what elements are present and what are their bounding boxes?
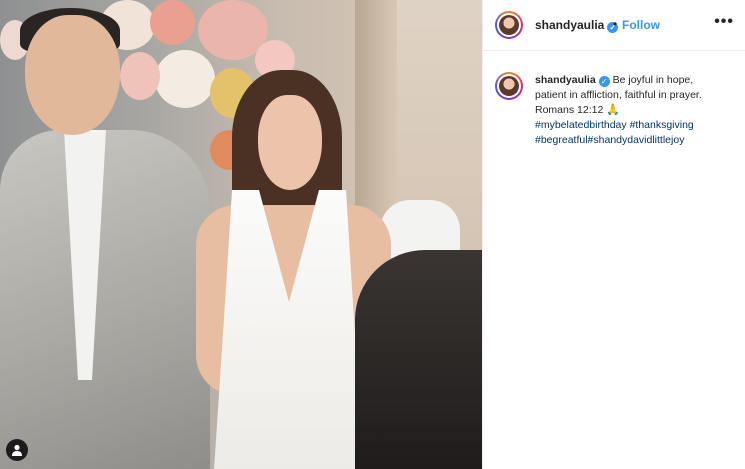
caption-text-line1: Be joyful in hope, [612, 74, 694, 86]
caption-avatar[interactable] [495, 72, 523, 100]
username[interactable]: shandyaulia [535, 18, 604, 32]
follow-button[interactable]: Follow [622, 18, 660, 32]
photo-flower [155, 50, 215, 108]
hashtag-link[interactable]: #mybelatedbirthday [535, 119, 627, 131]
photo-flower [150, 0, 195, 45]
hashtag-link[interactable]: #thanksgiving [630, 119, 694, 131]
praying-hands-icon: 🙏 [606, 104, 620, 116]
separator-dot: • [613, 17, 618, 31]
username-link[interactable]: shandyaulia ✓ [535, 18, 619, 33]
photo-man-face [25, 15, 120, 135]
verified-badge-icon: ✓ [598, 76, 610, 87]
post-side-panel: shandyaulia ✓ • Follow ••• shandyaulia ✓ B… [482, 0, 745, 469]
caption-username[interactable]: shandyaulia [535, 74, 596, 86]
hashtag-link[interactable]: #shandydavidlittlejoy [588, 134, 685, 146]
user-tag-icon[interactable] [6, 439, 28, 461]
post-header: shandyaulia ✓ • Follow ••• [483, 0, 745, 51]
caption-text-line2: patient in affliction, faithful in praye… [535, 89, 702, 101]
photo-man-suit [0, 130, 210, 469]
post-photo[interactable] [0, 0, 482, 469]
photo-woman-face [258, 95, 322, 190]
caption-text-line3: Romans 12:12 [535, 104, 604, 116]
avatar[interactable] [495, 11, 523, 39]
more-options-icon[interactable]: ••• [714, 13, 734, 31]
person-icon [12, 444, 22, 456]
photo-flower [120, 52, 160, 100]
post-caption: shandyaulia ✓ Be joyful in hope, patient … [535, 73, 735, 148]
photo-foreground-figure [355, 250, 482, 469]
avatar-photo [499, 76, 519, 96]
avatar-photo [499, 15, 519, 35]
hashtag-link[interactable]: #begreatful [535, 134, 588, 146]
